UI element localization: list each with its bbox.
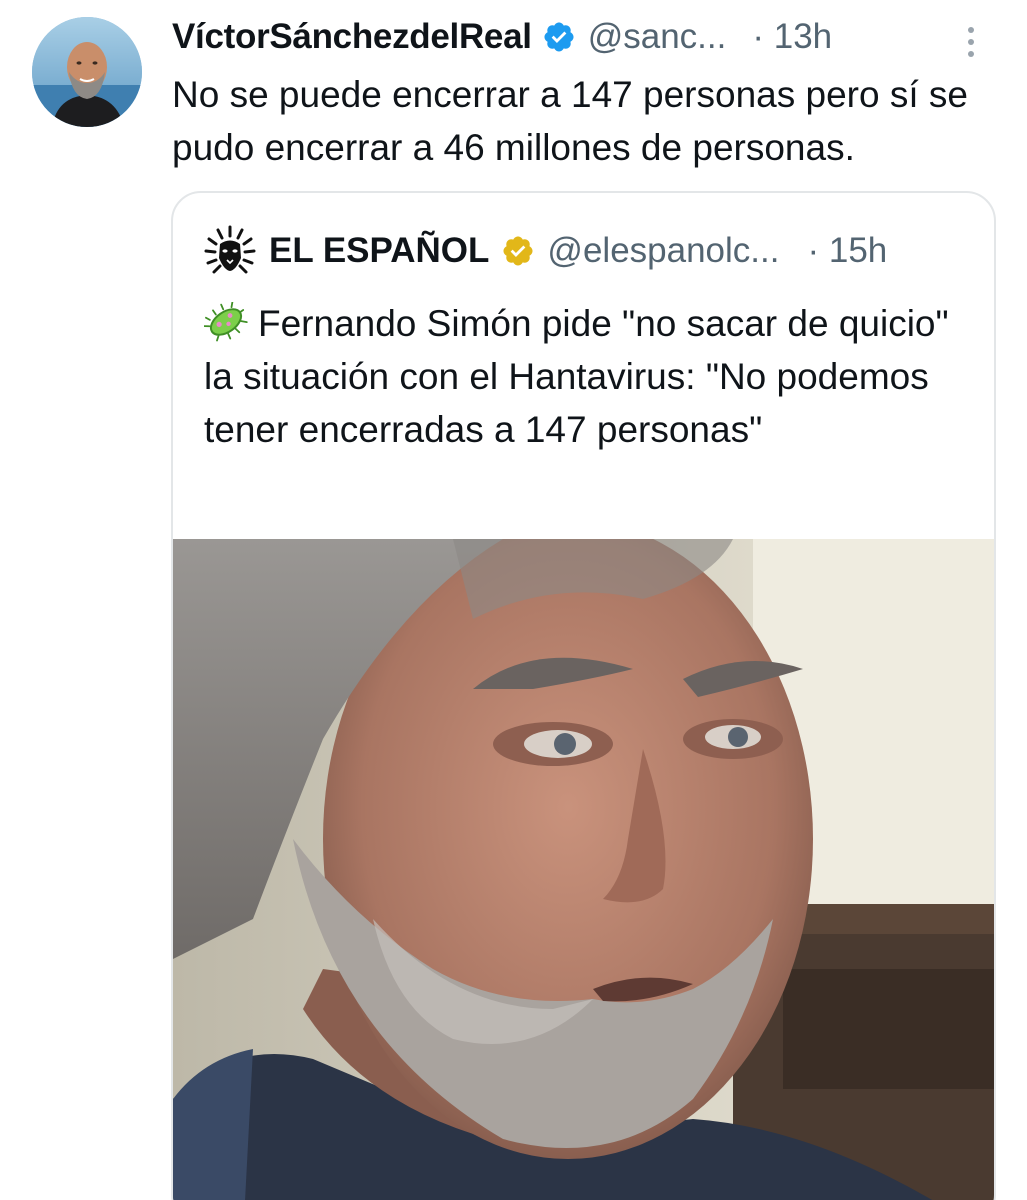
quoted-tweet-photo[interactable]	[173, 539, 994, 1200]
gold-verified-badge-icon	[503, 236, 533, 266]
tweet-header: VíctorSánchezdelReal @sanc... · 13h	[172, 12, 992, 62]
quoted-tweet-text-block: Fernando Simón pide "no sacar de quicio"…	[204, 297, 964, 456]
quoted-tweet-header: EL ESPAÑOL @elespanolc... · 15h	[203, 225, 983, 277]
tweet-timestamp[interactable]: · 13h	[752, 17, 832, 57]
quoted-author-handle[interactable]: @elespanolc...	[547, 231, 779, 271]
verified-badge-icon	[544, 22, 574, 52]
lion-logo	[204, 225, 256, 277]
author-display-name[interactable]: VíctorSánchezdelReal	[172, 17, 532, 57]
more-vertical-icon[interactable]	[956, 22, 986, 62]
profile-avatar[interactable]	[32, 17, 142, 127]
quoted-author-display-name[interactable]: EL ESPAÑOL	[269, 231, 489, 271]
quoted-tweet-timestamp[interactable]: · 15h	[807, 231, 887, 271]
tweet-text: No se puede encerrar a 147 personas pero…	[172, 74, 968, 168]
microbe-emoji-icon	[204, 302, 248, 342]
quoted-tweet-text: Fernando Simón pide "no sacar de quicio"…	[204, 303, 949, 450]
quoted-tweet-card[interactable]: EL ESPAÑOL @elespanolc... · 15h Fernando…	[171, 191, 996, 1200]
author-handle[interactable]: @sanc...	[588, 17, 727, 57]
